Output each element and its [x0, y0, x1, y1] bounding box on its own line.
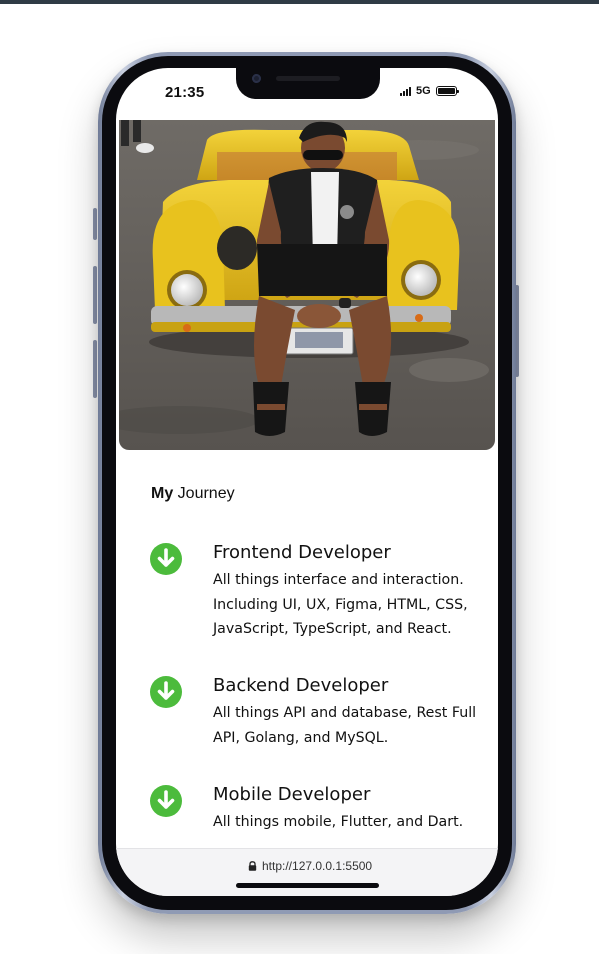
lock-icon — [248, 861, 257, 871]
journey-item-title: Mobile Developer — [213, 784, 371, 805]
top-strip — [0, 0, 599, 4]
journey-item-description: All things interface and interaction. In… — [213, 572, 468, 637]
battery-icon — [435, 86, 459, 96]
network-label: 5G — [416, 85, 431, 97]
arrow-down-circle-icon — [150, 543, 182, 575]
journey-item-description: All things mobile, Flutter, and Dart. — [213, 814, 464, 830]
section-title-rest: Journey — [173, 485, 235, 502]
journey-item-title: Frontend Developer — [213, 542, 391, 563]
volume-down-button — [93, 340, 97, 398]
action-button — [93, 208, 97, 240]
url-text[interactable]: http://127.0.0.1:5500 — [262, 859, 372, 873]
browser-url-bar[interactable]: http://127.0.0.1:5500 — [116, 848, 498, 896]
journey-item-description: All things API and database, Rest Full A… — [213, 705, 477, 746]
arrow-down-circle-icon — [150, 676, 182, 708]
journey-item-title: Backend Developer — [213, 675, 389, 696]
signal-icon — [400, 86, 411, 96]
home-indicator[interactable] — [236, 883, 379, 888]
hero-photo — [119, 120, 495, 450]
speaker-grille — [276, 76, 340, 81]
status-time: 21:35 — [165, 84, 205, 101]
front-camera — [252, 74, 261, 83]
phone-screen: 21:35 5G My Journey Frontend Developer A… — [116, 68, 498, 896]
volume-up-button — [93, 266, 97, 324]
section-title: My Journey — [151, 485, 235, 503]
arrow-down-circle-icon — [150, 785, 182, 817]
section-title-bold: My — [151, 485, 174, 502]
status-indicators: 5G — [400, 85, 459, 97]
phone-notch — [236, 68, 380, 99]
